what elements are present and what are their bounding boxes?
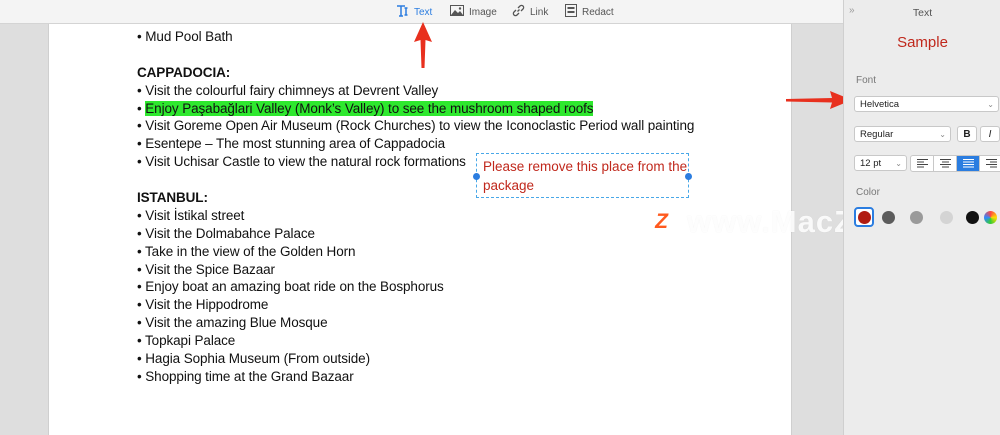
text-tool-button[interactable]: Text [396,4,432,20]
color-swatch-black[interactable] [966,211,979,224]
resize-handle-right[interactable] [685,173,692,180]
font-family-select[interactable]: Helvetica ⌄ [854,96,999,112]
text-inspector-panel: » Text Sample Font Helvetica ⌄ Regular ⌄… [843,0,1000,435]
link-tool-label: Link [530,6,549,18]
list-item: • Mud Pool Bath [137,29,233,44]
align-center-icon [939,159,951,168]
highlighted-text[interactable]: Enjoy Paşabağlari Valley (Monk’s Valley)… [145,100,594,116]
redact-icon [565,4,577,20]
text-tool-label: Text [414,6,433,18]
list-item: • Esentepe – The most stunning area of C… [137,136,446,152]
list-item: • Topkapi Palace [137,333,236,349]
list-item: • Visit the Hippodrome [137,297,269,313]
section-heading-cappadocia: CAPPADOCIA: [137,64,231,80]
chevron-down-icon: ⌄ [939,130,946,139]
chevron-down-icon: ⌄ [895,159,902,168]
resize-handle-left[interactable] [473,173,480,180]
list-item: • Visit the Dolmabahce Palace [137,225,315,241]
font-style-select[interactable]: Regular ⌄ [854,126,951,142]
alignment-segmented-control [910,155,1000,172]
align-left-icon [916,159,928,168]
font-size-value: 12 pt [860,157,882,169]
font-size-select[interactable]: 12 pt ⌄ [854,155,907,171]
redact-tool-button[interactable]: Redact [565,4,614,20]
color-swatch-light-gray[interactable] [940,211,953,224]
list-item: • Hagia Sophia Museum (From outside) [137,351,370,367]
watermark-logo: Z [648,208,675,236]
color-swatch-red[interactable] [858,211,871,224]
align-right-button[interactable] [980,156,1000,171]
color-swatch-gray[interactable] [910,211,923,224]
font-family-value: Helvetica [860,98,900,110]
font-sample-preview: Sample [897,34,948,51]
image-icon [450,5,464,19]
bold-button[interactable]: B [957,126,977,142]
list-item-highlighted: • Enjoy Paşabağlari Valley (Monk’s Valle… [137,100,737,118]
list-item: • Shopping time at the Grand Bazaar [137,368,354,384]
chevron-down-icon: ⌄ [987,100,994,109]
color-section-label: Color [856,187,880,198]
panel-title: Text [912,7,933,19]
list-item: • Visit the Spice Bazaar [137,261,275,277]
link-icon [512,4,525,20]
list-item: • Take in the view of the Golden Horn [137,243,356,259]
font-style-value: Regular [860,128,894,140]
annotation-text[interactable]: Please remove this place from the packag… [483,157,688,195]
color-swatch-dark-gray[interactable] [882,211,895,224]
text-annotation-box[interactable]: Please remove this place from the packag… [473,153,692,198]
red-arrow-up-icon [414,22,432,68]
color-picker-wheel-icon[interactable] [984,211,997,224]
image-tool-button[interactable]: Image [450,4,497,20]
document-text: • Mud Pool Bath CAPPADOCIA: • Visit the … [137,28,737,386]
list-item: • Visit the amazing Blue Mosque [137,315,328,331]
list-item: • Visit Goreme Open Air Museum (Rock Chu… [137,118,695,134]
list-item: • Enjoy boat an amazing boat ride on the… [137,279,444,295]
align-right-icon [986,159,997,168]
align-center-button[interactable] [934,156,957,171]
image-tool-label: Image [469,6,497,18]
link-tool-button[interactable]: Link [512,4,548,20]
list-item: • Visit the colourful fairy chimneys at … [137,82,439,98]
align-justify-icon [962,159,974,168]
text-cursor-icon [396,4,409,20]
redact-tool-label: Redact [582,6,614,18]
italic-button[interactable]: I [980,126,1000,142]
font-section-label: Font [856,75,877,86]
align-left-button[interactable] [911,156,934,171]
list-item: • Visit İstikal street [137,207,245,223]
align-justify-button[interactable] [957,156,980,171]
